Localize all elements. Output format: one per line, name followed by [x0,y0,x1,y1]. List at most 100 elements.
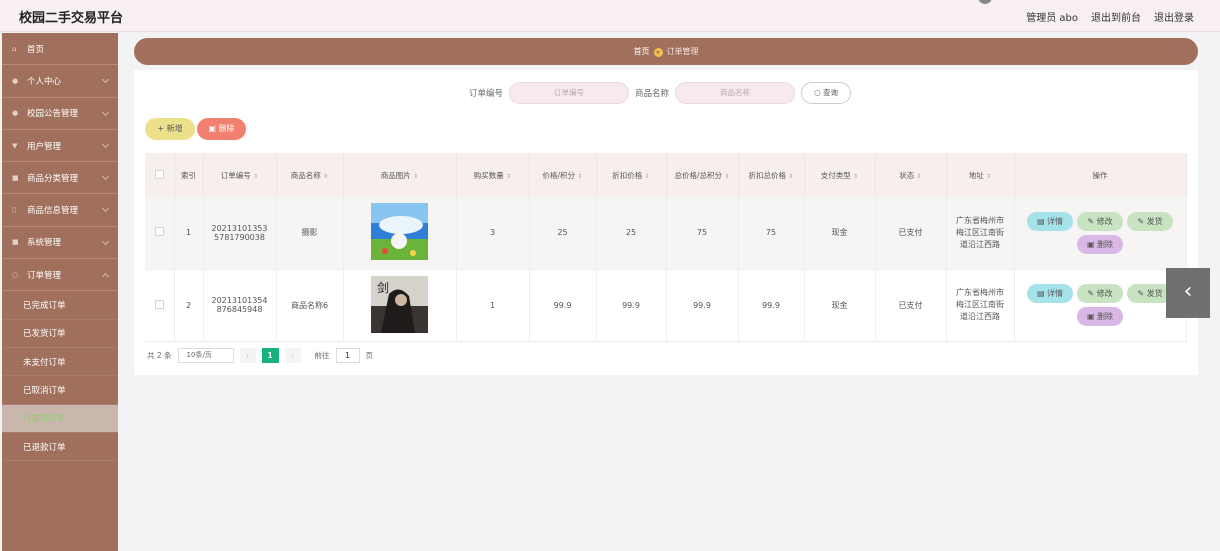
trash-icon: ▣ [1086,239,1095,249]
row-checkbox[interactable] [154,299,164,309]
sort-icon[interactable]: ⇕ [724,173,729,180]
breadcrumb-home[interactable]: 首页 [634,47,650,56]
order-no-input[interactable]: 订单编号 [509,82,630,104]
edit-label: 修改 [1096,216,1113,226]
col-discount-total[interactable]: 折扣总价格 ⇕ [738,153,805,197]
sidebar-item-label: 首页 [27,44,45,55]
cell-total: 99.9 [666,269,739,342]
edit-button[interactable]: ✎ 修改 [1077,211,1123,231]
cell-index: 2 [174,269,204,342]
col-address-label: 地址 [968,170,984,180]
goods-name-label: 商品名称 [635,89,670,99]
sort-icon[interactable]: ⇕ [986,173,991,180]
ship-label: 发货 [1146,216,1163,226]
float-back-button[interactable]: ‹ [1166,268,1210,318]
sidebar-item-label: 用户管理 [27,141,62,152]
cell-discount: 25 [596,197,667,270]
cell-discount-total: 75 [738,197,805,270]
add-button[interactable]: + 新增 [145,118,195,140]
col-order-no[interactable]: 订单编号 ⇕ [203,153,277,197]
cell-index: 1 [174,197,204,270]
sidebar-item-home[interactable]: ⌂ 首页 [2,33,118,66]
detail-button[interactable]: ▤ 详情 [1027,211,1073,231]
row-checkbox[interactable] [154,227,164,237]
sidebar-subitem-cancelled[interactable]: 已取消订单 [2,376,118,405]
col-price[interactable]: 价格/积分 ⇕ [529,153,597,197]
trash-icon: ▣ [208,124,216,133]
sort-icon[interactable]: ⇕ [853,173,858,180]
current-page[interactable]: 1 [261,348,279,363]
sidebar-subitem-completed[interactable]: 已完成订单 [2,291,118,320]
pagination: 共 2 条 10条/页 ‹ 1 › 前往 1 页 [147,348,373,363]
remove-button[interactable]: ▣ 删除 [1077,234,1123,254]
goto-input[interactable]: 1 [335,348,360,363]
cell-address: 广东省梅州市梅江区江南街道沿江西路 [946,269,1015,342]
page-size-select[interactable]: 10条/页 [177,348,234,363]
category-icon: ■ [12,173,19,182]
edit-button[interactable]: ✎ 修改 [1077,284,1123,303]
col-ops: 操作 [1014,153,1187,197]
detail-button[interactable]: ▤ 详情 [1027,284,1073,303]
remove-button[interactable]: ▣ 删除 [1077,307,1123,326]
col-image[interactable]: 商品图片 ⇕ [343,153,457,197]
logout-link[interactable]: 退出登录 [1154,9,1194,24]
col-image-label: 商品图片 [380,170,411,180]
sidebar-item-label: 校园公告管理 [27,109,79,120]
sidebar-item-system[interactable]: ■ 系统管理 [2,227,118,260]
col-name[interactable]: 商品名称 ⇕ [276,153,344,197]
row-select-cell[interactable] [145,269,175,342]
sort-icon[interactable]: ⇕ [506,173,511,180]
sidebar-item-users[interactable]: ▼ 用户管理 [2,130,118,163]
cell-order-no: 20213101354876845948 [203,269,277,342]
sort-icon[interactable]: ⇕ [413,173,418,180]
sidebar-item-profile[interactable]: ● 个人中心 [2,65,118,98]
sidebar-item-category[interactable]: ■ 商品分类管理 [2,162,118,195]
sidebar-item-orders[interactable]: ○ 订单管理 [2,259,118,292]
sidebar-subitem-paid[interactable]: 已支付订单 [2,404,118,433]
row-select-cell[interactable] [145,197,175,270]
sort-icon[interactable]: ⇕ [323,173,328,180]
sidebar-item-goods[interactable]: ▯ 商品信息管理 [2,194,118,227]
sidebar-subitem-refunded[interactable]: 已退款订单 [2,433,118,462]
goto-label: 前往 [314,351,330,360]
col-status[interactable]: 状态 ⇕ [875,153,947,197]
goods-name-input[interactable]: 商品名称 [675,82,796,104]
select-all-checkbox[interactable] [154,169,164,179]
sidebar-subitem-shipped[interactable]: 已发货订单 [2,320,118,348]
col-qty[interactable]: 购买数量 ⇕ [456,153,530,197]
col-discount[interactable]: 折扣价格 ⇕ [596,153,667,197]
table-row: 2 20213101354876845948 商品名称6 剑 1 99.9 99… [145,269,1187,342]
goods-image: 剑 [371,275,428,333]
goods-icon: ▯ [12,206,16,215]
ship-button[interactable]: ✎ 发货 [1127,211,1173,231]
table-row: 1 202131013535781790038 摄影 3 25 25 75 75… [145,197,1187,270]
col-pay-type[interactable]: 支付类型 ⇕ [804,153,876,197]
col-address[interactable]: 地址 ⇕ [946,153,1015,197]
front-link[interactable]: 退出到前台 [1091,9,1141,24]
pencil-icon: ✎ [1137,289,1145,298]
pencil-icon: ✎ [1137,216,1145,226]
trash-icon: ▣ [1086,312,1095,321]
search-button[interactable]: ○ 查询 [801,82,852,104]
cell-status: 已支付 [875,269,947,342]
cell-image [343,197,457,270]
search-bar: 订单编号 订单编号 商品名称 商品名称 ○ 查询 [469,82,852,104]
col-discount-label: 折扣价格 [612,170,643,180]
detail-icon: ▤ [1036,216,1045,226]
chevron-left-icon: ‹ [1183,279,1193,304]
sort-icon[interactable]: ⇕ [577,173,582,180]
select-all-header[interactable] [145,153,175,197]
sidebar-item-notice[interactable]: ● 校园公告管理 [2,98,118,130]
sidebar-subitem-unpaid[interactable]: 未支付订单 [2,348,118,377]
order-no-label: 订单编号 [469,89,504,99]
sort-icon[interactable]: ⇕ [645,173,650,180]
col-total-label: 总价格/总积分 [674,170,723,180]
sort-icon[interactable]: ⇕ [788,173,793,180]
col-total[interactable]: 总价格/总积分 ⇕ [666,153,739,197]
sort-icon[interactable]: ⇕ [253,173,258,180]
next-page-button[interactable]: › [284,348,301,363]
delete-button[interactable]: ▣ 删除 [197,118,246,140]
admin-label: 管理员 abo [1026,13,1078,24]
prev-page-button[interactable]: ‹ [239,348,256,363]
sort-icon[interactable]: ⇕ [917,173,922,180]
